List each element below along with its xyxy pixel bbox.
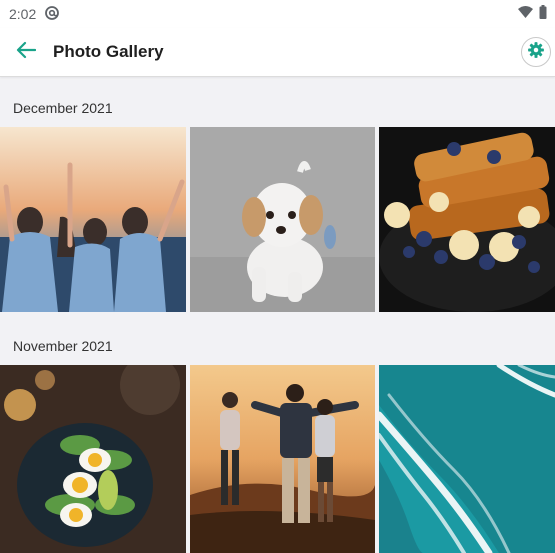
- photo-thumbnail[interactable]: [0, 127, 186, 312]
- battery-icon: [539, 4, 547, 24]
- arrow-left-icon: [16, 41, 37, 64]
- gear-icon: [527, 41, 545, 64]
- photo-thumbnail[interactable]: [190, 365, 375, 553]
- status-bar: 2:02: [0, 0, 555, 28]
- photo-thumbnail[interactable]: [379, 127, 555, 312]
- at-sign-icon: [45, 6, 59, 20]
- photo-thumbnail[interactable]: [379, 365, 555, 553]
- wifi-icon: [518, 5, 533, 23]
- settings-button[interactable]: [521, 37, 551, 67]
- photo-thumbnail[interactable]: [190, 127, 375, 312]
- section-title-november-2021: November 2021: [13, 338, 113, 354]
- back-button[interactable]: [10, 36, 42, 68]
- app-bar: Photo Gallery: [0, 28, 555, 77]
- page-title: Photo Gallery: [53, 42, 164, 61]
- section-title-december-2021: December 2021: [13, 100, 113, 116]
- photo-thumbnail[interactable]: [0, 365, 186, 553]
- status-time: 2:02: [9, 6, 37, 22]
